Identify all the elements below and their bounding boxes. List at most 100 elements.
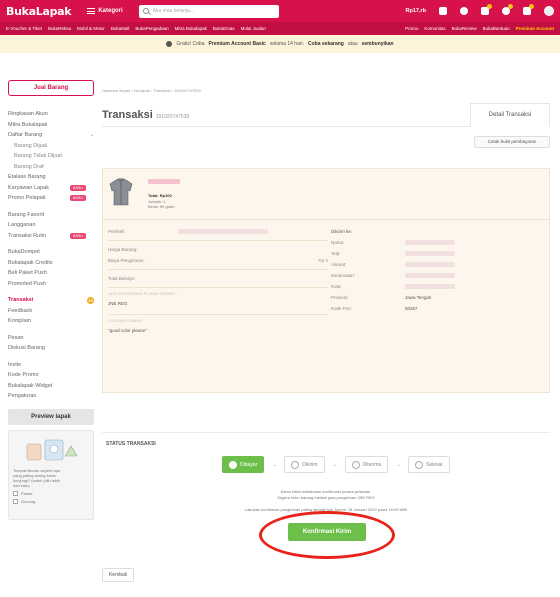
- sidebar-item-beli-push[interactable]: Beli Paket Push: [8, 268, 94, 279]
- notice-text: atau: [347, 41, 358, 47]
- item-price-row: Harga Barang:: [108, 247, 138, 252]
- order-card: Total: Rp100 Jumlah: 1 Berat: 90 gram Pe…: [102, 168, 550, 393]
- logo[interactable]: BukaLapak: [6, 5, 72, 18]
- sidebar-item-ringkasan[interactable]: Ringkasan Akun: [8, 109, 94, 120]
- recipient-city-row: Kota:: [331, 281, 546, 292]
- kategori-menu[interactable]: Kategori: [87, 8, 123, 14]
- chevron-down-icon: ⌄: [89, 132, 94, 138]
- note-value: "good color please": [108, 328, 147, 333]
- subnav-item[interactable]: Komunitas: [424, 26, 445, 31]
- recipient-phone-row: Telp:: [331, 248, 546, 259]
- transaction-id: 191020747539: [155, 114, 190, 120]
- recipient-name-row: Nama:: [331, 237, 546, 248]
- jual-barang-button[interactable]: Jual Barang: [8, 80, 94, 96]
- sidebar-item-kode-promo[interactable]: Kode Promo: [8, 370, 94, 381]
- transaction-status: STATUS TRANSAKSI Dibayar → Dikirim → Dit…: [102, 432, 550, 559]
- balance[interactable]: Rp17,rb: [406, 8, 426, 14]
- subnav-item[interactable]: Mobil & Motor: [77, 26, 105, 31]
- store-icon[interactable]: [523, 4, 534, 15]
- subnav-item[interactable]: E-Voucher & Tiket: [6, 26, 42, 31]
- cart-icon[interactable]: [439, 7, 447, 15]
- search-input[interactable]: Aku mau belanja...: [138, 4, 279, 18]
- sidebar-item-transaksi-rutin[interactable]: Transaksi Rutin BARU: [8, 231, 94, 242]
- back-button[interactable]: Kembali: [102, 568, 134, 582]
- sidebar-item-pengaturan[interactable]: Pengaturan: [8, 391, 94, 402]
- menu-icon: [87, 8, 96, 14]
- secondary-nav: E-Voucher & Tiket BukaReksa Mobil & Moto…: [0, 22, 560, 35]
- sidebar-item-barang-dijual[interactable]: Barang Dijual: [8, 141, 94, 152]
- step-dibayar: Dibayar: [222, 456, 265, 473]
- checkbox[interactable]: [13, 490, 18, 496]
- sidebar-item-promoted-push[interactable]: Promoted Push: [8, 279, 94, 290]
- search-icon: [142, 8, 149, 14]
- status-title: STATUS TRANSAKSI: [106, 441, 156, 447]
- subnav-item[interactable]: BukaMall: [111, 26, 130, 31]
- premium-account-link[interactable]: Premium Account: [516, 26, 554, 31]
- buyer-name[interactable]: [178, 229, 268, 234]
- bell-icon[interactable]: [502, 4, 513, 15]
- subnav-item[interactable]: Promo: [405, 26, 418, 31]
- sidebar-item-karyawan[interactable]: Karyawan Lapak BARU: [8, 183, 94, 194]
- subnav-item[interactable]: Mitra Bukalapak: [175, 26, 207, 31]
- notice-cta-link[interactable]: Coba sekarang: [308, 41, 344, 47]
- sidebar-item-barang-draf[interactable]: Barang Draf: [8, 162, 94, 173]
- subnav-item[interactable]: Mulai Jualan: [241, 26, 266, 31]
- info-icon: [166, 41, 173, 47]
- page-title: Transaksi 191020747539: [102, 109, 190, 121]
- product-image[interactable]: [108, 177, 134, 207]
- step-diterima: Diterima: [344, 456, 389, 473]
- transaction-count-badge: 20: [87, 296, 94, 304]
- wallet-icon: [229, 460, 237, 469]
- subnav-item[interactable]: BukaPengadaan: [135, 26, 168, 31]
- courier-value: JNE REG: [108, 301, 128, 306]
- step-selesai: Selesai: [408, 456, 450, 473]
- sidebar-item-credits[interactable]: Bukalapak Credits: [8, 258, 94, 269]
- avatar[interactable]: [544, 6, 554, 16]
- new-badge: BARU: [70, 232, 86, 239]
- notice-text: Gratis! Coba: [176, 41, 205, 47]
- subnav-item[interactable]: BukaReview: [452, 26, 477, 31]
- sidebar-item-widget[interactable]: Bukalapak Widget: [8, 381, 94, 392]
- konfirmasi-kirim-button[interactable]: Konfirmasi Kirim: [288, 523, 366, 541]
- sidebar-item-pesan[interactable]: Pesan: [8, 333, 94, 344]
- sidebar-item-barang-tidak-dijual[interactable]: Barang Tidak Dijual: [8, 151, 94, 162]
- checkbox[interactable]: [13, 498, 18, 504]
- new-badge: BARU: [70, 195, 86, 202]
- sidebar-item-feedback[interactable]: Feedback: [8, 306, 94, 317]
- sidebar-item-transaksi[interactable]: Transaksi 20: [8, 295, 94, 306]
- main-content: Halaman depan › Ha-lapak › Transaksi › 1…: [102, 88, 550, 582]
- subnav-item[interactable]: BukaBantuan: [483, 26, 510, 31]
- recipient-district-row: Kecamatan:: [331, 270, 546, 281]
- sidebar-item-etalase[interactable]: Etalase Barang: [8, 172, 94, 183]
- sidebar-item-diskusi[interactable]: Diskusi Barang: [8, 343, 94, 354]
- subnav-item[interactable]: BukaEmas: [213, 26, 235, 31]
- arrow-right-icon: →: [271, 461, 278, 468]
- breadcrumb[interactable]: Halaman depan › Ha-lapak › Transaksi › 1…: [102, 88, 550, 93]
- arrow-right-icon: →: [331, 461, 338, 468]
- truck-icon: [291, 460, 300, 469]
- sidebar-item-mitra[interactable]: Mitra Bukalapak: [8, 120, 94, 131]
- survey-option-pantai[interactable]: Pantai: [13, 490, 89, 496]
- subnav-item[interactable]: BukaReksa: [48, 26, 71, 31]
- total-row: Total Belanja:: [108, 276, 136, 281]
- print-receipt-button[interactable]: Cetak bukti pembayaran: [474, 136, 550, 148]
- survey-option-gunung[interactable]: Gunung: [13, 498, 89, 504]
- product-name-link[interactable]: [148, 179, 180, 184]
- chat-icon[interactable]: [460, 7, 468, 15]
- sidebar-item-daftar-barang[interactable]: Daftar Barang ⌄: [8, 130, 94, 141]
- arrow-right-icon: →: [395, 461, 402, 468]
- sidebar-item-bukadompet[interactable]: BukaDompet: [8, 247, 94, 258]
- courier-heading: JASA PENGIRIMAN PILIHAN PEMBELI: [108, 292, 177, 296]
- sidebar-item-komplain[interactable]: Komplain: [8, 316, 94, 327]
- sidebar-item-promo-pelapak[interactable]: Promo Pelapak BARU: [8, 193, 94, 204]
- sidebar-item-langganan[interactable]: Langganan: [8, 220, 94, 231]
- megaphone-icon[interactable]: [481, 4, 492, 15]
- travel-illustration-icon: [13, 435, 89, 465]
- preview-lapak-button[interactable]: Preview lapak: [8, 408, 94, 425]
- note-heading: CATATAN PEMBELI: [108, 319, 143, 323]
- sidebar-item-favorit[interactable]: Barang Favorit: [8, 210, 94, 221]
- tab-detail-transaksi[interactable]: Detail Transaksi: [470, 103, 550, 127]
- sidebar-item-invite[interactable]: Invite: [8, 360, 94, 371]
- notice-dismiss-link[interactable]: sembunyikan: [362, 41, 394, 47]
- recipient-province-row: Provinsi: Jawa Tengah: [331, 295, 432, 300]
